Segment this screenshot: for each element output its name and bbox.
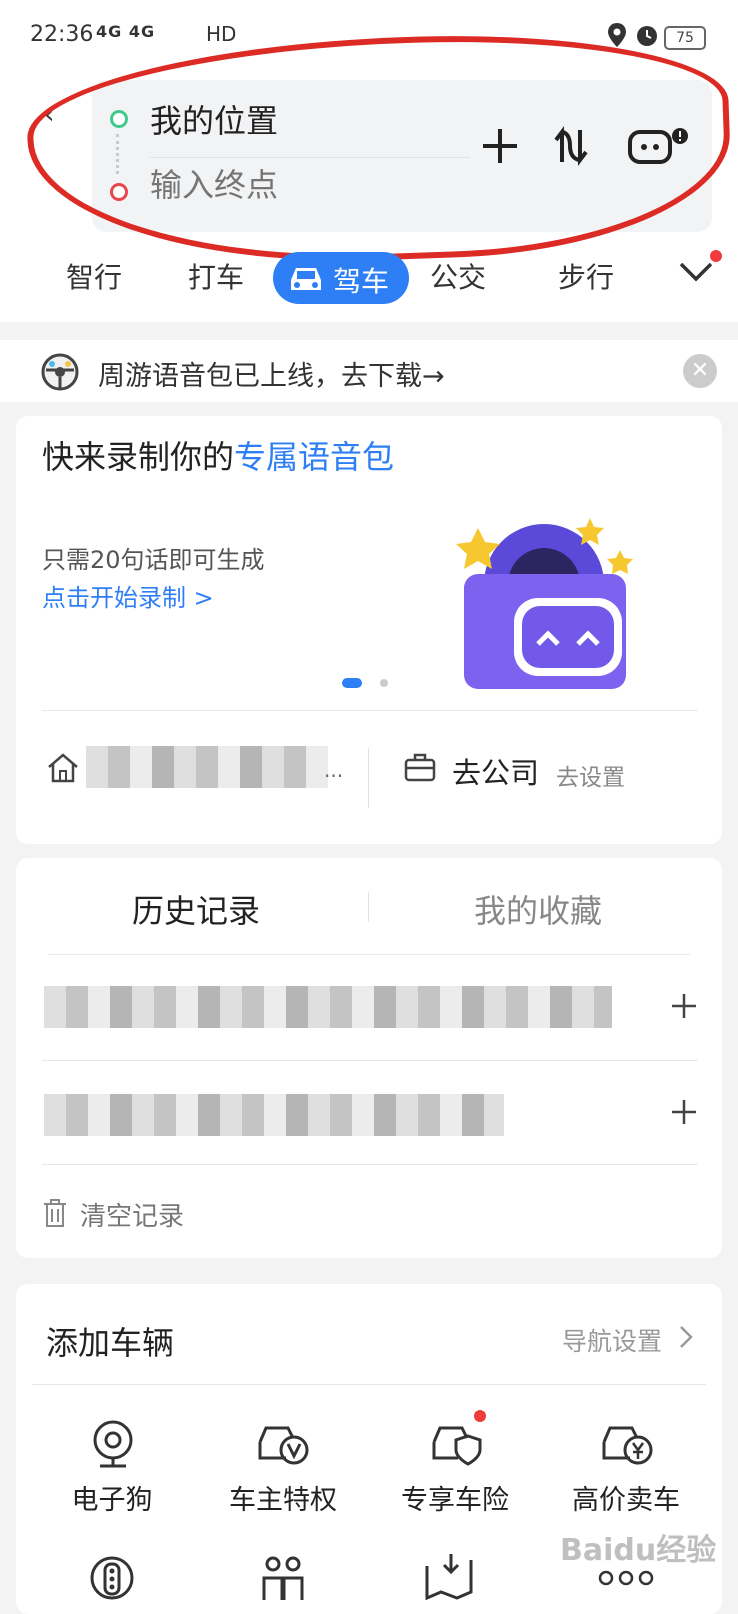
hd-indicator: HD <box>206 22 237 46</box>
feature-speed-camera[interactable]: 电子狗 <box>27 1478 197 1517</box>
car-v-icon[interactable] <box>256 1420 310 1470</box>
banner-text[interactable]: 周游语音包已上线，去下载→ <box>98 354 445 393</box>
vehicle-divider <box>32 1384 706 1385</box>
card-divider <box>42 710 698 711</box>
chevron-down-icon[interactable] <box>678 260 714 288</box>
add-icon[interactable] <box>670 1098 698 1130</box>
briefcase-icon <box>404 752 436 786</box>
home-address-blurred[interactable] <box>86 746 328 788</box>
voice-card-subtitle: 只需20句话即可生成 <box>42 546 265 574</box>
home-icon <box>46 752 80 788</box>
history-item-1-blurred[interactable] <box>44 986 612 1028</box>
tab-history[interactable]: 历史记录 <box>132 886 260 932</box>
voice-pack-illustration <box>452 514 652 698</box>
title-highlight: 专属语音包 <box>234 438 395 476</box>
history-item-2-blurred[interactable] <box>44 1094 504 1136</box>
go-company-label[interactable]: 去公司 <box>452 750 539 792</box>
history-tabs-divider <box>48 954 690 955</box>
feature-sell-car[interactable]: 高价卖车 <box>541 1478 711 1517</box>
close-icon[interactable]: ✕ <box>683 354 717 388</box>
camera-icon[interactable] <box>90 1418 136 1474</box>
carousel-dot <box>380 679 388 687</box>
car-shield-icon[interactable] <box>430 1420 484 1470</box>
battery-icon: 75 <box>664 26 706 50</box>
notification-dot <box>474 1410 486 1422</box>
map-download-icon[interactable] <box>424 1552 474 1604</box>
feature-car-insurance[interactable]: 专享车险 <box>370 1478 540 1517</box>
shortcut-divider <box>368 748 369 808</box>
carousel-dot-active <box>342 678 362 688</box>
tab-taxi[interactable]: 打车 <box>188 256 244 296</box>
tab-favorites[interactable]: 我的收藏 <box>474 886 602 932</box>
tab-separator <box>368 892 369 922</box>
start-recording-link[interactable]: 点击开始录制 > <box>42 578 214 613</box>
people-icon[interactable] <box>260 1556 306 1604</box>
notification-dot <box>710 250 722 262</box>
tab-smart[interactable]: 智行 <box>66 256 122 296</box>
alarm-icon <box>634 22 660 52</box>
add-vehicle-title[interactable]: 添加车辆 <box>46 1318 174 1364</box>
history-divider <box>42 1060 698 1061</box>
chevron-right-icon[interactable] <box>678 1324 694 1354</box>
status-time: 22:36 <box>30 22 94 47</box>
car-yen-icon[interactable] <box>600 1420 654 1470</box>
signal-icon: 4G 4G <box>96 22 156 41</box>
feature-owner-privilege[interactable]: 车主特权 <box>198 1478 368 1517</box>
nav-settings-link[interactable]: 导航设置 <box>562 1322 662 1358</box>
home-address-ellipsis: ... <box>324 758 344 782</box>
history-divider <box>42 1164 698 1165</box>
car-icon <box>287 262 325 301</box>
more-icon[interactable] <box>598 1568 654 1592</box>
voice-card-title: 快来录制你的专属语音包 <box>42 432 394 478</box>
wheel-icon <box>40 352 80 396</box>
traffic-light-icon[interactable] <box>90 1556 134 1604</box>
tab-transit[interactable]: 公交 <box>430 256 486 296</box>
watermark: Baidu经验 <box>560 1533 717 1568</box>
tab-walk[interactable]: 步行 <box>558 256 614 296</box>
tab-drive-label: 驾车 <box>333 265 390 298</box>
trash-icon <box>42 1198 68 1232</box>
title-prefix: 快来录制你的 <box>42 438 235 476</box>
go-company-setup[interactable]: 去设置 <box>556 758 625 792</box>
clear-history-button[interactable]: 清空记录 <box>80 1196 184 1233</box>
add-icon[interactable] <box>670 992 698 1024</box>
tab-drive[interactable]: 驾车 <box>273 252 409 304</box>
